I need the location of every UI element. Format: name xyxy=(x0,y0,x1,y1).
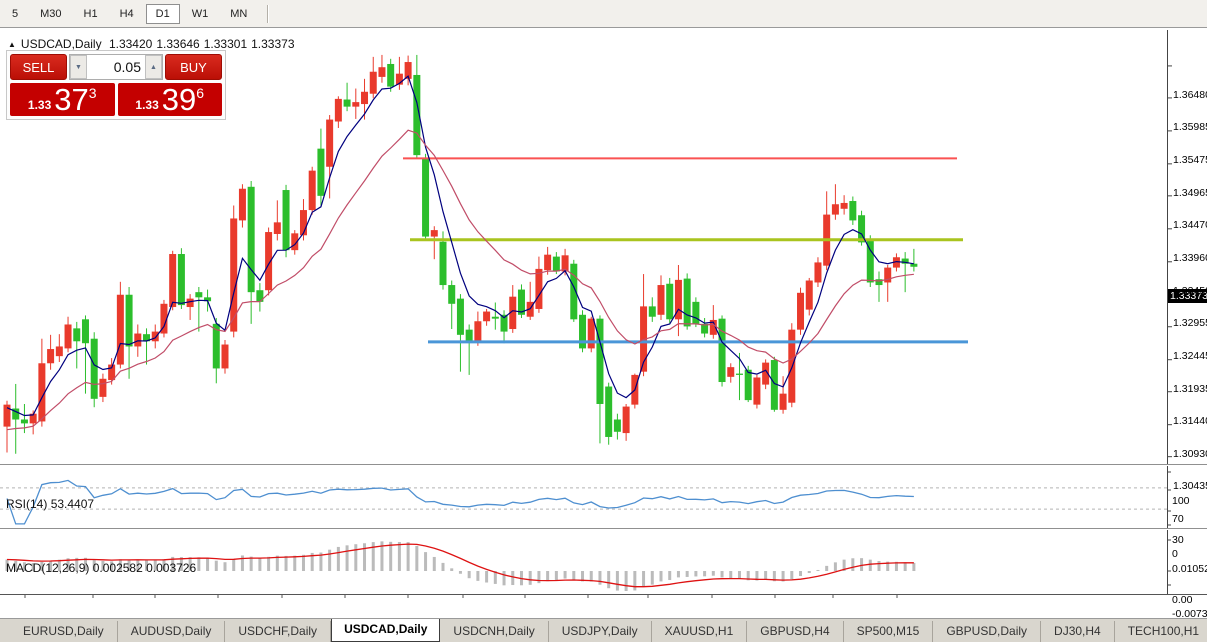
ohlc-low: 1.33301 xyxy=(204,37,247,51)
timeframe-button-h4[interactable]: H4 xyxy=(110,4,144,24)
chart-tab-usdchf[interactable]: USDCHF,Daily xyxy=(225,621,331,642)
volume-input[interactable] xyxy=(87,55,145,79)
timeframe-button-d1[interactable]: D1 xyxy=(146,4,180,24)
chart-tab-sp500[interactable]: SP500,M15 xyxy=(844,621,934,642)
chart-tab-tech100[interactable]: TECH100,H1 xyxy=(1115,621,1207,642)
symbol-tabbar: EURUSD,DailyAUDUSD,DailyUSDCHF,DailyUSDC… xyxy=(0,618,1207,642)
price-axis-label: 1.33450 xyxy=(1173,285,1207,297)
chart-tab-gbpusd[interactable]: GBPUSD,H4 xyxy=(747,621,843,642)
sell-price-sup: 3 xyxy=(89,85,97,101)
price-axis-label: 1.35985 xyxy=(1173,121,1207,133)
sell-price-display[interactable]: 1.33 37 3 xyxy=(10,83,115,116)
price-axis-label: 1.30930 xyxy=(1173,448,1207,460)
buy-price-display[interactable]: 1.33 39 6 xyxy=(118,83,223,116)
toolbar-separator xyxy=(267,5,268,23)
timeframe-button-5[interactable]: 5 xyxy=(2,4,28,24)
price-axis-label: 1.34965 xyxy=(1173,187,1207,199)
chart-tab-xauusd[interactable]: XAUUSD,H1 xyxy=(652,621,748,642)
timeframe-button-m30[interactable]: M30 xyxy=(30,4,71,24)
chart-tab-eurusd[interactable]: EURUSD,Daily xyxy=(10,621,118,642)
price-axis-label: 1.34470 xyxy=(1173,219,1207,231)
indicator-axis-label: 0 xyxy=(1172,548,1178,560)
chart-tab-audusd[interactable]: AUDUSD,Daily xyxy=(118,621,226,642)
ohlc-high: 1.33646 xyxy=(156,37,199,51)
buy-price-sup: 6 xyxy=(196,85,204,101)
sell-price-big: 37 xyxy=(54,83,88,116)
indicator-axis-label: 0.010525 xyxy=(1172,563,1207,575)
chart-tab-dj30[interactable]: DJ30,H4 xyxy=(1041,621,1115,642)
price-axis-label: 1.30435 xyxy=(1173,480,1207,492)
rsi-label: RSI(14) 53.4407 xyxy=(6,497,94,511)
chart-tab-gbpusd[interactable]: GBPUSD,Daily xyxy=(933,621,1041,642)
up-triangle-icon: ▲ xyxy=(8,40,16,49)
chart-tab-usdcad[interactable]: USDCAD,Daily xyxy=(331,618,440,642)
price-axis-label: 1.32445 xyxy=(1173,350,1207,362)
chart-title: ▲ USDCAD,Daily 1.33420 1.33646 1.33301 1.333… xyxy=(8,37,299,51)
chart-tab-usdjpy[interactable]: USDJPY,Daily xyxy=(549,621,652,642)
price-axis-label: 1.36480 xyxy=(1173,89,1207,101)
indicator-axis-label: 70 xyxy=(1172,513,1184,525)
sell-button[interactable]: SELL xyxy=(10,54,67,80)
indicator-axis-label: 0.00 xyxy=(1172,594,1192,606)
chart-tab-usdcnh[interactable]: USDCNH,Daily xyxy=(440,621,548,642)
buy-button[interactable]: BUY xyxy=(165,54,222,80)
price-axis-label: 1.31440 xyxy=(1173,415,1207,427)
chart-region: ▲USDCAD,Daily 1.334201.336461.333011.333… xyxy=(0,29,1207,618)
timeframe-toolbar: 5M30H1H4D1W1MN xyxy=(0,0,1207,28)
volume-spinner: ▼ ▲ xyxy=(69,54,163,80)
price-axis-label: 1.35475 xyxy=(1173,154,1207,166)
timeframe-button-w1[interactable]: W1 xyxy=(182,4,219,24)
ohlc-close: 1.33373 xyxy=(251,37,294,51)
one-click-trade-panel: SELL ▼ ▲ BUY 1.33 37 3 1.33 39 6 xyxy=(6,50,226,120)
volume-decrease-button[interactable]: ▼ xyxy=(70,55,87,79)
price-axis-label: 1.33960 xyxy=(1173,252,1207,264)
indicator-axis-label: 100 xyxy=(1172,495,1190,507)
buy-price-prefix: 1.33 xyxy=(135,98,158,112)
price-axis-label: 1.31935 xyxy=(1173,383,1207,395)
chart-symbol-label: USDCAD,Daily xyxy=(21,37,102,51)
buy-price-big: 39 xyxy=(162,83,196,116)
timeframe-button-mn[interactable]: MN xyxy=(220,4,257,24)
price-axis-label: 1.32955 xyxy=(1173,317,1207,329)
indicator-axis-label: 30 xyxy=(1172,534,1184,546)
volume-increase-button[interactable]: ▲ xyxy=(145,55,162,79)
timeframe-button-h1[interactable]: H1 xyxy=(74,4,108,24)
sell-price-prefix: 1.33 xyxy=(28,98,51,112)
macd-label: MACD(12,26,9) 0.002582 0.003726 xyxy=(6,561,196,575)
ohlc-open: 1.33420 xyxy=(109,37,152,51)
trading-platform-window: 5M30H1H4D1W1MN ▲ USDCAD,Daily 1.33420 1.33… xyxy=(0,0,1207,642)
